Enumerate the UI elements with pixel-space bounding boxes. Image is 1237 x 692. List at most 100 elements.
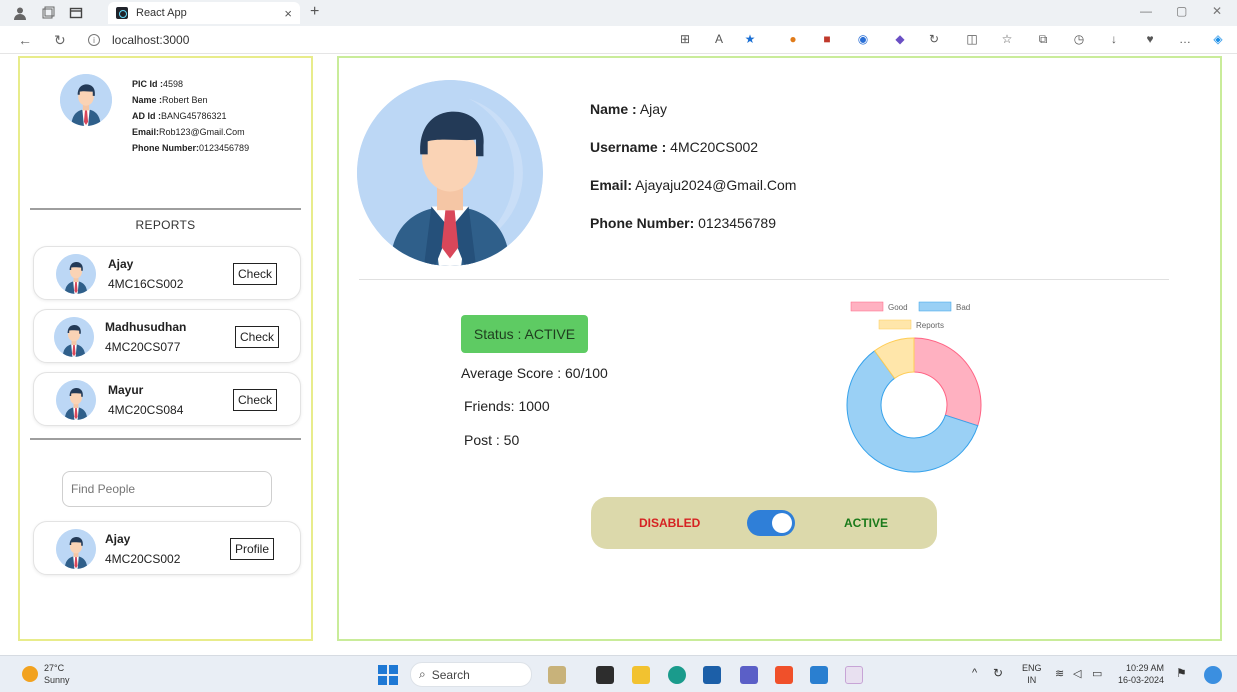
clock-date: 16-03-2024 <box>1118 675 1165 685</box>
refresh-extension-icon[interactable]: ↻ <box>927 32 941 46</box>
workspaces-icon[interactable] <box>40 5 56 21</box>
task-view-icon[interactable] <box>596 666 614 684</box>
active-label: ACTIVE <box>844 516 889 530</box>
admin-card: PIC Id :4598 Name :Robert Ben AD Id :BAN… <box>60 74 249 153</box>
status-toggle-box: DISABLED ACTIVE <box>591 497 937 549</box>
report-card: Ajay 4MC16CS002 Check <box>33 246 301 300</box>
profile-button[interactable]: Profile <box>230 538 275 560</box>
admin-info: PIC Id :4598 Name :Robert Ben AD Id :BAN… <box>132 76 249 156</box>
file-explorer-icon[interactable] <box>632 666 650 684</box>
collections-icon[interactable]: ⧉ <box>1036 32 1050 46</box>
report-name: Madhusudhan <box>105 320 187 334</box>
widgets-icon[interactable] <box>548 666 566 684</box>
react-favicon-icon <box>116 7 128 19</box>
region-code: IN <box>1027 675 1037 685</box>
notifications-icon[interactable]: ⚑ <box>1176 666 1187 680</box>
favorite-star-icon[interactable]: ★ <box>743 32 757 46</box>
performance-icon[interactable]: ♥ <box>1143 32 1157 46</box>
extension-icon[interactable]: ■ <box>820 32 834 46</box>
start-menu-icon[interactable] <box>378 665 398 685</box>
minimize-icon[interactable]: — <box>1140 4 1152 18</box>
find-people-input[interactable] <box>62 471 272 507</box>
apps-grid-icon[interactable]: ⊞ <box>678 32 692 46</box>
edge-icon[interactable] <box>668 666 686 684</box>
divider <box>359 279 1169 280</box>
reports-title: REPORTS <box>135 218 196 232</box>
read-aloud-icon[interactable]: A <box>712 32 726 46</box>
report-id: 4MC20CS077 <box>105 340 181 354</box>
language-indicator[interactable]: ENG IN <box>1022 662 1042 686</box>
divider <box>30 438 301 440</box>
check-button[interactable]: Check <box>233 263 278 285</box>
legend-swatch-good[interactable] <box>850 301 884 312</box>
tab-react-app[interactable]: React App × <box>108 2 300 24</box>
status-toggle-switch[interactable] <box>747 510 795 536</box>
average-score: Average Score : 60/100 <box>461 365 608 381</box>
show-hidden-icons[interactable]: ^ <box>972 667 977 679</box>
slice-good[interactable] <box>913 337 982 427</box>
avatar <box>56 254 96 294</box>
clock-time: 10:29 AM <box>1126 663 1165 673</box>
new-tab-button[interactable]: + <box>310 3 319 21</box>
tab-close-icon[interactable]: × <box>284 6 292 21</box>
tab-title: React App <box>136 7 187 19</box>
system-clock[interactable]: 10:29 AM 16-03-2024 <box>1118 662 1164 686</box>
avatar <box>56 380 96 420</box>
brave-icon[interactable] <box>775 666 793 684</box>
email-value: Rob123@Gmail.Com <box>159 127 245 137</box>
url-field[interactable]: i localhost:3000 <box>88 30 648 50</box>
maximize-icon[interactable]: ▢ <box>1176 4 1187 18</box>
more-menu-icon[interactable]: … <box>1178 32 1192 46</box>
profile-phone: 0123456789 <box>698 215 776 231</box>
back-icon[interactable]: ← <box>18 32 32 48</box>
refresh-icon[interactable]: ↻ <box>54 32 66 49</box>
extension-icon[interactable]: ◆ <box>893 32 907 46</box>
report-id: 4MC20CS084 <box>108 403 184 417</box>
phone-value: 0123456789 <box>199 143 250 153</box>
weather-sun-icon[interactable] <box>22 666 38 682</box>
downloads-icon[interactable]: ↓ <box>1107 32 1121 46</box>
result-name: Ajay <box>105 532 131 546</box>
report-id: 4MC16CS002 <box>108 277 184 291</box>
report-name: Ajay <box>108 257 134 271</box>
disabled-label: DISABLED <box>639 516 701 530</box>
taskbar-search-label: Search <box>431 667 470 682</box>
close-window-icon[interactable]: ✕ <box>1212 4 1222 18</box>
profile-email-label: Email: <box>590 177 633 193</box>
report-card: Madhusudhan 4MC20CS077 Check <box>33 309 301 363</box>
site-info-icon[interactable]: i <box>88 34 100 46</box>
phone-label: Phone Number: <box>132 143 200 153</box>
extension-icon[interactable]: ● <box>786 32 800 46</box>
legend-swatch-bad[interactable] <box>918 301 952 312</box>
volume-icon[interactable]: ◁ <box>1073 667 1081 680</box>
profile-name-label: Name : <box>590 101 637 117</box>
snipping-tool-icon[interactable] <box>845 666 863 684</box>
extension-icon[interactable]: ◉ <box>856 32 870 46</box>
weather-widget[interactable]: 27°C Sunny <box>44 662 70 686</box>
vscode-icon[interactable] <box>810 666 828 684</box>
name-value: Robert Ben <box>162 95 208 105</box>
avatar <box>56 529 96 569</box>
check-button[interactable]: Check <box>235 326 280 348</box>
report-name: Mayur <box>108 383 144 397</box>
result-id: 4MC20CS002 <box>105 552 181 566</box>
profile-icon[interactable] <box>12 5 28 21</box>
legend-label-reports: Reports <box>916 321 944 330</box>
favorites-icon[interactable]: ☆ <box>1000 32 1014 46</box>
legend-label-good: Good <box>888 303 908 312</box>
tab-actions-icon[interactable] <box>68 5 84 21</box>
sync-icon[interactable]: ↻ <box>993 666 1003 680</box>
wifi-icon[interactable]: ≋ <box>1055 667 1064 680</box>
copilot-taskbar-icon[interactable] <box>1204 666 1222 684</box>
copilot-icon[interactable]: ◈ <box>1211 32 1225 46</box>
admin-avatar <box>60 74 112 126</box>
mail-icon[interactable] <box>703 666 721 684</box>
battery-icon[interactable]: ▭ <box>1092 667 1102 680</box>
legend-swatch-reports[interactable] <box>878 319 912 330</box>
friends-count: Friends: 1000 <box>464 398 550 414</box>
history-icon[interactable]: ◷ <box>1072 32 1086 46</box>
taskbar-search[interactable]: ⌕ Search <box>410 662 532 687</box>
check-button[interactable]: Check <box>233 389 278 411</box>
teams-icon[interactable] <box>740 666 758 684</box>
split-screen-icon[interactable]: ◫ <box>965 32 979 46</box>
